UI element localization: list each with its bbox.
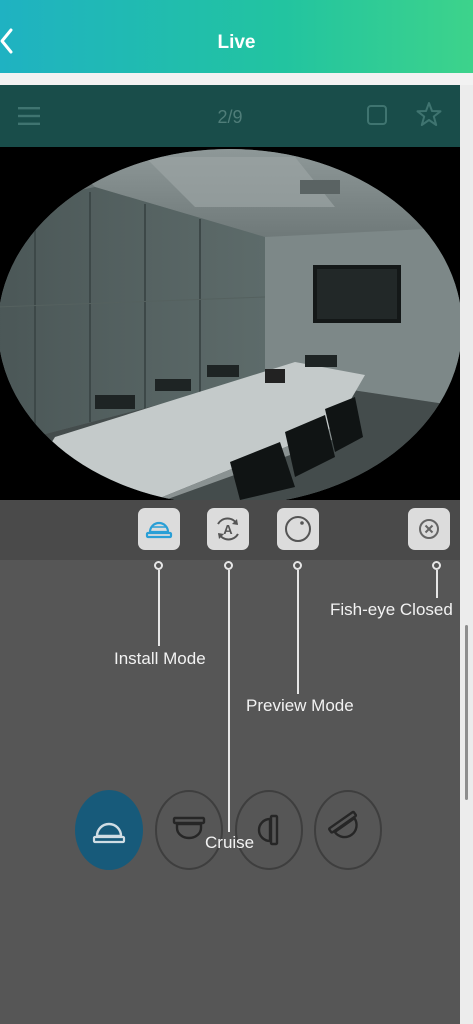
- callout-line: [436, 570, 438, 598]
- callout-dot: [293, 561, 302, 570]
- fisheye-circle-icon: [285, 516, 311, 542]
- ceiling-dome-icon: [145, 521, 173, 539]
- callout-line: [297, 570, 299, 694]
- preview-mode-button[interactable]: [277, 508, 319, 550]
- app-header: Live: [0, 0, 473, 73]
- preview-mode-label: Preview Mode: [246, 696, 354, 715]
- callout-dot: [154, 561, 163, 570]
- mode-slanted[interactable]: [314, 790, 382, 870]
- page-indicator: 2/9: [217, 107, 243, 127]
- wall-mount-icon: [235, 790, 303, 870]
- cruise-label: Cruise: [205, 833, 255, 852]
- callout-line: [158, 570, 160, 646]
- mode-ceiling[interactable]: [75, 790, 143, 870]
- cruise-button[interactable]: A: [207, 508, 249, 550]
- callout-dot: [224, 561, 233, 570]
- callout-line: [228, 570, 230, 832]
- auto-cruise-icon: A: [217, 517, 239, 541]
- callout-dot: [432, 561, 441, 570]
- square-icon[interactable]: [366, 104, 388, 126]
- live-video-view[interactable]: [0, 147, 460, 500]
- scroll-track: [460, 85, 473, 1024]
- fisheye-close-button[interactable]: [408, 508, 450, 550]
- close-circle-icon: [419, 519, 439, 539]
- live-toolbar: 2/9: [0, 85, 460, 147]
- fisheye-closed-label: Fish-eye Closed: [330, 600, 453, 619]
- install-mode-button[interactable]: [138, 508, 180, 550]
- mode-wall[interactable]: [235, 790, 303, 870]
- svg-text:A: A: [223, 522, 233, 537]
- page-title: Live: [217, 32, 256, 53]
- ceiling-mount-icon: [75, 790, 143, 870]
- slanted-mount-icon: [314, 790, 382, 870]
- scrollbar[interactable]: [465, 625, 468, 800]
- star-icon[interactable]: [416, 101, 442, 127]
- header-divider: [0, 73, 473, 85]
- desktop-mount-icon: [155, 790, 223, 870]
- install-mode-label: Install Mode: [114, 649, 206, 668]
- fisheye-image: [0, 149, 460, 500]
- mode-desktop[interactable]: [155, 790, 223, 870]
